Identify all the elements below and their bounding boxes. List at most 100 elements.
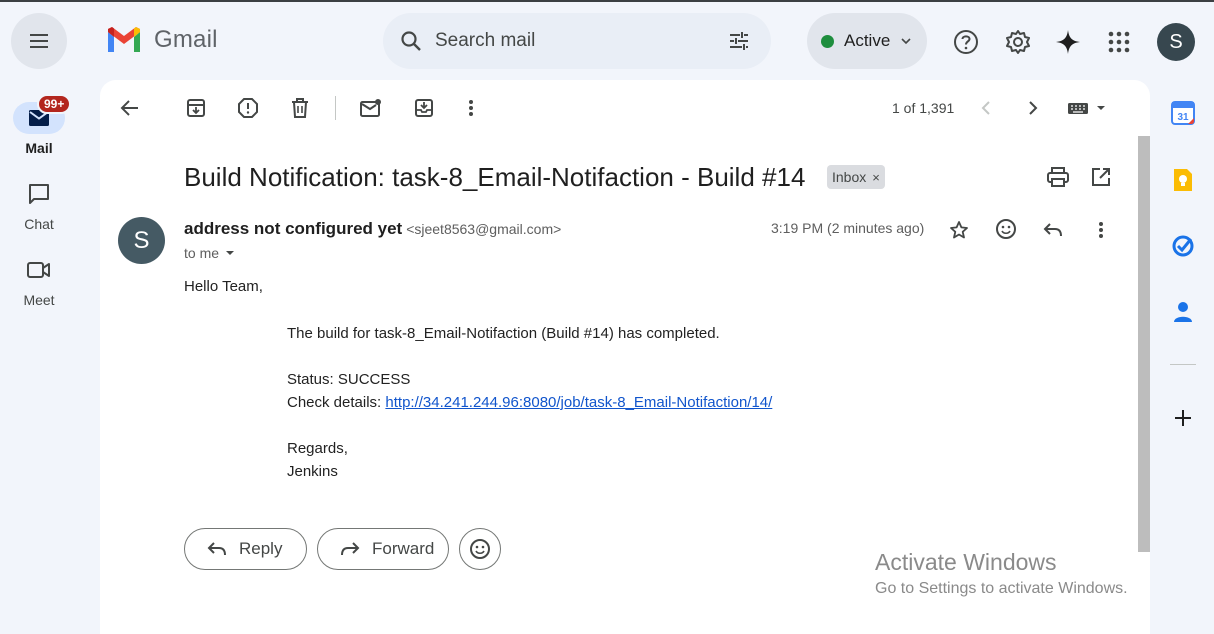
gmail-m-icon (108, 27, 140, 52)
more-vert-icon (1099, 222, 1103, 238)
keep-icon (1174, 169, 1192, 191)
tasks-icon (1172, 235, 1194, 257)
rail-chat-pill[interactable] (13, 178, 65, 210)
main-menu-button[interactable] (11, 13, 67, 69)
print-all-button[interactable] (1043, 162, 1073, 192)
build-link[interactable]: http://34.241.244.96:8080/job/task-8_Ema… (385, 394, 772, 411)
plus-icon (1175, 410, 1191, 426)
report-spam-button[interactable] (233, 93, 263, 123)
calendar-icon: 31 (1171, 101, 1195, 125)
keyboard-icon (1068, 103, 1105, 114)
arrow-back-icon (120, 100, 138, 116)
mark-unread-button[interactable] (356, 93, 386, 123)
body-signature: Jenkins (287, 463, 338, 480)
reply-button[interactable]: Reply (184, 528, 307, 570)
body-greeting: Hello Team, (184, 278, 263, 295)
details-prefix: Check details: (287, 394, 386, 411)
keep-app-button[interactable] (1168, 165, 1198, 195)
print-icon (1047, 167, 1069, 187)
help-icon (954, 30, 978, 54)
report-icon (238, 98, 258, 118)
body-regards: Regards, (287, 440, 348, 457)
delete-button[interactable] (285, 93, 315, 123)
unread-badge: 99+ (37, 94, 72, 114)
settings-button[interactable] (1000, 24, 1036, 60)
search-bar[interactable]: Search mail (383, 13, 771, 69)
older-button[interactable] (1018, 93, 1048, 123)
message-more-button[interactable] (1086, 215, 1116, 245)
reply-icon-button[interactable] (1038, 215, 1068, 245)
message-timestamp: 3:19 PM (2 minutes ago) (771, 220, 925, 236)
rail-meet-label: Meet (23, 292, 55, 308)
forward-icon (341, 542, 360, 556)
forward-label: Forward (372, 539, 435, 558)
label-name: Inbox (832, 169, 867, 185)
input-tools-button[interactable] (1064, 93, 1108, 123)
get-addons-button[interactable] (1168, 403, 1198, 433)
rail-mail-pill[interactable]: 99+ (13, 94, 72, 134)
apps-grid-icon (1108, 31, 1130, 53)
pagination-count: 1 of 1,391 (892, 100, 955, 116)
rail-item-chat[interactable]: Chat (0, 178, 78, 232)
account-avatar[interactable]: S (1157, 23, 1195, 61)
more-vert-icon (469, 100, 473, 116)
open-in-new-icon (1092, 168, 1110, 186)
contacts-app-button[interactable] (1168, 297, 1198, 327)
body-line-build: The build for task-8_Email-Notifaction (… (287, 325, 720, 342)
help-button[interactable] (948, 24, 984, 60)
chevron-left-icon (981, 101, 990, 115)
toolbar-divider (335, 96, 336, 120)
contacts-icon (1174, 302, 1192, 322)
more-options-button[interactable] (456, 93, 486, 123)
rail-mail-label: Mail (25, 140, 53, 156)
chevron-down-icon (901, 38, 911, 45)
star-button[interactable] (944, 215, 974, 245)
tasks-app-button[interactable] (1168, 231, 1198, 261)
chat-icon (29, 184, 49, 204)
search-icon[interactable] (399, 29, 423, 53)
open-new-window-button[interactable] (1086, 162, 1116, 192)
apps-button[interactable] (1101, 24, 1137, 60)
message-subject: Build Notification: task-8_Email-Notifac… (184, 162, 806, 192)
sender-avatar[interactable]: S (118, 217, 165, 264)
activation-watermark-subtitle: Go to Settings to activate Windows. (875, 580, 1128, 597)
body-status: Status: SUCCESS (287, 371, 411, 388)
newer-button[interactable] (971, 93, 1001, 123)
calendar-app-button[interactable]: 31 (1168, 98, 1198, 128)
gear-icon (1006, 30, 1030, 54)
reply-icon (1043, 223, 1062, 237)
svg-text:31: 31 (1177, 112, 1189, 123)
move-to-button[interactable] (409, 93, 439, 123)
sender-info: address not configured yet <sjeet8563@gm… (184, 219, 561, 239)
sender-name[interactable]: address not configured yet (184, 219, 402, 239)
app-name: Gmail (154, 26, 218, 53)
remove-label-icon[interactable]: × (872, 170, 880, 185)
recipient-label: to me (184, 245, 220, 261)
emoji-reaction-button[interactable] (459, 528, 501, 570)
caret-down-icon[interactable] (223, 246, 237, 260)
emoji-icon (996, 219, 1016, 239)
rail-item-meet[interactable]: Meet (0, 254, 78, 308)
rail-meet-pill[interactable] (13, 254, 65, 286)
move-to-icon (415, 99, 433, 117)
search-options-icon[interactable] (727, 29, 751, 53)
video-camera-icon (27, 262, 50, 278)
status-label: Active (844, 31, 891, 50)
rail-item-mail[interactable]: 99+ Mail (0, 94, 78, 156)
gemini-button[interactable] (1050, 24, 1086, 60)
recipient-details[interactable]: to me (184, 245, 237, 261)
body-details: Check details: http://34.241.244.96:8080… (287, 394, 772, 411)
forward-button[interactable]: Forward (317, 528, 449, 570)
add-reaction-button[interactable] (991, 214, 1021, 244)
back-button[interactable] (115, 93, 145, 123)
status-selector[interactable]: Active (807, 13, 927, 69)
archive-icon (187, 99, 205, 117)
side-panel-divider (1170, 364, 1196, 365)
mark-unread-icon (360, 99, 381, 117)
inbox-label-chip[interactable]: Inbox × (827, 165, 885, 189)
archive-button[interactable] (181, 93, 211, 123)
chevron-right-icon (1029, 101, 1038, 115)
gmail-logo[interactable]: Gmail (106, 26, 218, 54)
search-input[interactable]: Search mail (435, 30, 535, 52)
scrollbar-thumb[interactable] (1138, 136, 1150, 552)
